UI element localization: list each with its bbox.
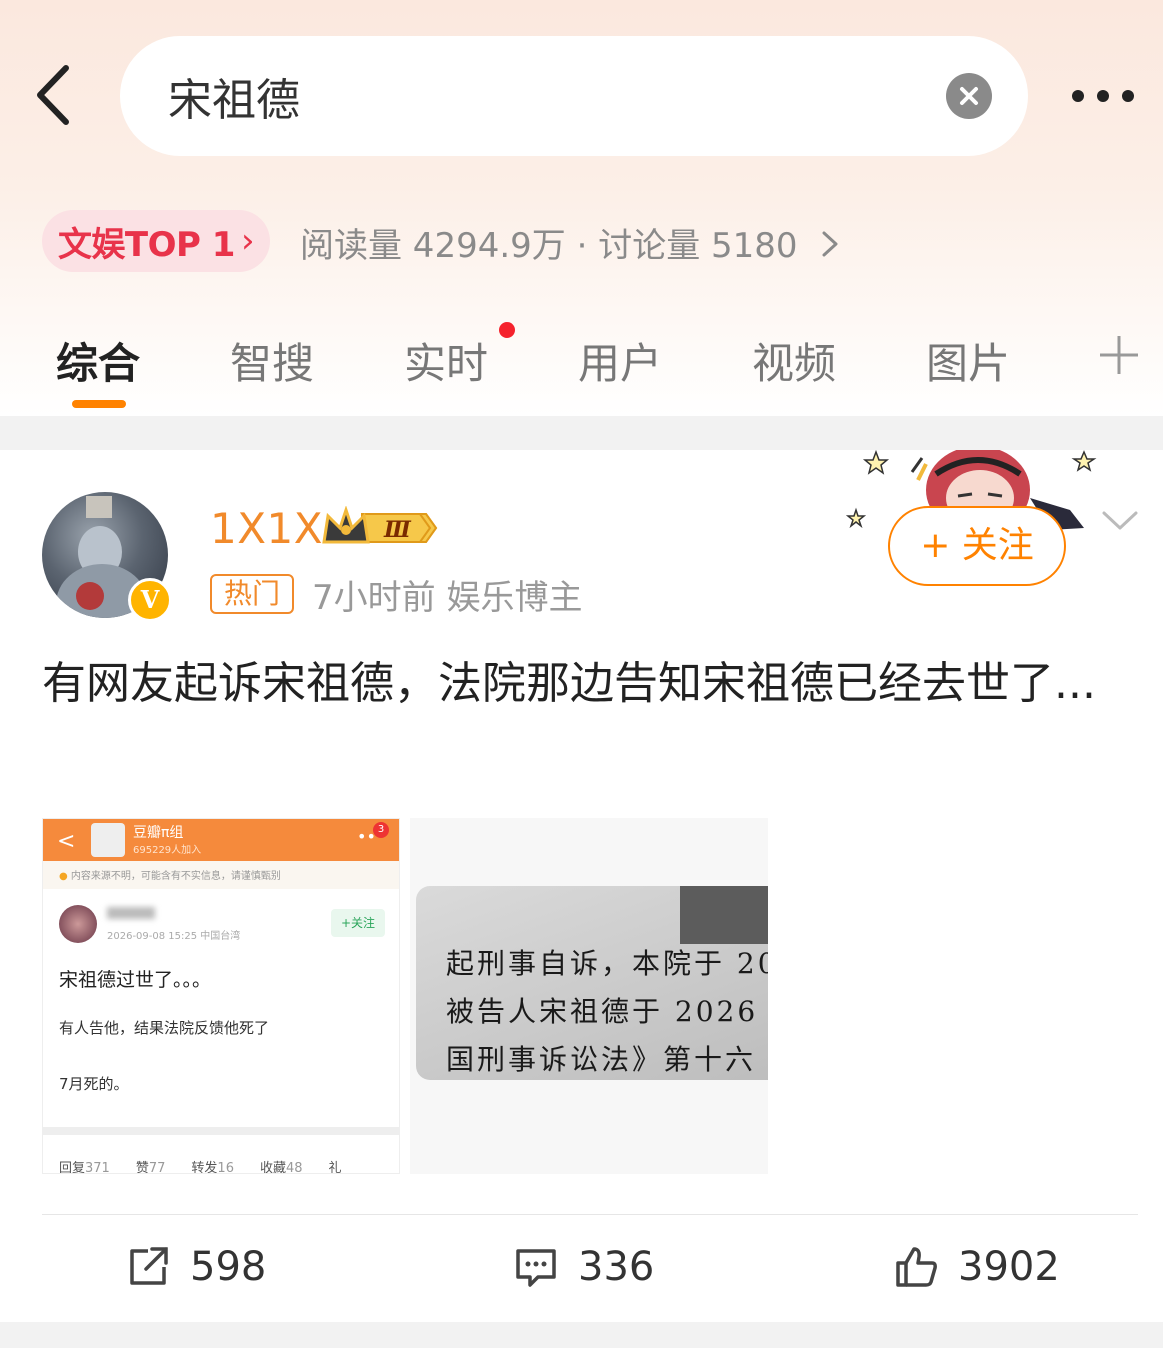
screenshot-line: 有人告他，结果法院反馈他死了 — [59, 1019, 270, 1037]
screenshot-title: 宋祖德过世了。。。 — [59, 969, 212, 991]
tab-smart-search[interactable]: 智搜 — [230, 330, 314, 391]
post-meta: 7小时前 娱乐博主 — [312, 578, 583, 618]
more-options-button[interactable] — [1070, 84, 1136, 108]
screenshot-follow: +关注 — [331, 909, 385, 937]
search-tabs: 综合 智搜 实时 用户 视频 图片 — [0, 322, 1163, 416]
tab-images[interactable]: 图片 — [926, 330, 1010, 391]
document-line: 国刑事诉讼法》第十六 — [446, 1043, 757, 1076]
post-card[interactable]: V 1X1X Ⅲ 热门 7小时前 娱乐博主 + 关注 有网友起诉宋祖德，法院那边… — [0, 450, 1163, 1322]
chevron-right-icon — [822, 231, 838, 257]
warning-icon: ● — [59, 871, 68, 882]
post-text[interactable]: 有网友起诉宋祖德，法院那边告知宋祖德已经去世了... — [42, 650, 1122, 718]
chevron-left-icon: < — [57, 829, 76, 854]
post-menu-button[interactable] — [1100, 508, 1140, 534]
topic-stats-text: 阅读量 4294.9万 · 讨论量 5180 — [300, 226, 798, 266]
more-icon — [1072, 90, 1084, 102]
screenshot-footer: 回复371 赞77 转发16 收藏48 礼 — [59, 1161, 342, 1174]
group-members: 695229人加入 — [133, 845, 202, 856]
share-icon — [130, 1247, 168, 1285]
topic-stats[interactable]: 阅读量 4294.9万 · 讨论量 5180 — [300, 218, 842, 267]
back-button[interactable] — [30, 60, 80, 130]
group-name: 豆瓣π组 — [133, 825, 184, 841]
feed-gap — [0, 1322, 1163, 1348]
document-line: 被告人宋祖德于 2026 年 — [446, 995, 768, 1028]
post-image-1[interactable]: < 豆瓣π组 695229人加入 •• 3 ● 内容来源不明，可能含有不实信息，… — [42, 818, 400, 1174]
thumbs-up-icon — [896, 1247, 937, 1287]
new-dot-badge — [499, 322, 515, 338]
comment-button[interactable]: 336 — [514, 1240, 654, 1294]
screenshot-date: 2026-09-08 15:25 中国台湾 — [107, 931, 241, 942]
chevron-left-icon — [37, 65, 69, 125]
like-count: 3902 — [958, 1244, 1060, 1290]
notif-count: 3 — [373, 822, 389, 838]
chevron-down-icon — [1102, 511, 1138, 530]
tab-realtime[interactable]: 实时 — [404, 330, 488, 391]
divider — [42, 1214, 1138, 1215]
verified-badge: V — [128, 578, 172, 622]
search-input[interactable]: 宋祖德 — [120, 36, 1028, 156]
follow-button[interactable]: + 关注 — [888, 506, 1066, 586]
document-line: 起刑事自诉，本院于 20 — [446, 947, 768, 980]
plus-icon — [1100, 336, 1138, 374]
clear-search-button[interactable] — [946, 73, 992, 119]
comment-count: 336 — [578, 1244, 655, 1290]
tab-comprehensive[interactable]: 综合 — [56, 330, 140, 391]
crown-level-icon: Ⅲ — [322, 506, 438, 544]
repost-count: 598 — [190, 1244, 267, 1290]
tab-videos[interactable]: 视频 — [752, 330, 836, 391]
screenshot-header: < 豆瓣π组 695229人加入 •• 3 — [43, 819, 399, 861]
tab-users[interactable]: 用户 — [578, 330, 662, 391]
topic-rank-badge[interactable]: 文娱TOP 1 › — [42, 210, 270, 272]
svg-text:Ⅲ: Ⅲ — [383, 517, 412, 543]
rank-label: 文娱TOP 1 — [57, 224, 236, 265]
post-image-2[interactable]: 起刑事自诉，本院于 20 被告人宋祖德于 2026 年 国刑事诉讼法》第十六 — [410, 818, 768, 1174]
blurred-username — [107, 907, 155, 919]
repost-button[interactable]: 598 — [126, 1240, 266, 1294]
screenshot-line: 7月死的。 — [59, 1075, 129, 1093]
username[interactable]: 1X1X — [210, 504, 323, 553]
close-icon — [960, 87, 978, 105]
like-button[interactable]: 3902 — [894, 1240, 1060, 1294]
comment-icon — [516, 1249, 556, 1287]
chevron-right-icon: › — [240, 221, 255, 261]
hot-tag: 热门 — [210, 574, 294, 614]
add-tab-button[interactable] — [1098, 334, 1140, 376]
warning-banner: ● 内容来源不明，可能含有不实信息，请谨慎甄别 — [43, 861, 399, 889]
active-tab-indicator — [72, 400, 126, 408]
group-logo — [91, 823, 125, 857]
search-query: 宋祖德 — [168, 75, 300, 126]
screenshot-avatar — [59, 905, 97, 943]
